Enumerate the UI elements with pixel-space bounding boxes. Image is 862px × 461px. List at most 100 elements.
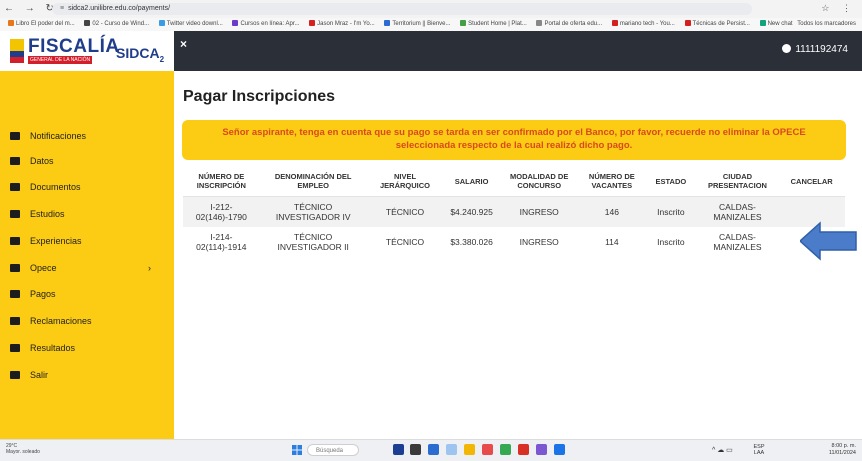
column-header: ESTADO [645, 166, 697, 197]
bookmark[interactable]: Cursos en línea: Apr... [232, 18, 300, 31]
table-row: I-214-02(114)-1914 TÉCNICO INVESTIGADOR … [183, 227, 845, 257]
all-bookmarks[interactable]: Todos los marcadores [797, 18, 856, 31]
sidebar-item-experiencias[interactable]: Experiencias [10, 233, 82, 249]
close-sidebar-icon[interactable]: × [180, 37, 187, 51]
column-header: SALARIO [443, 166, 500, 197]
payment-alert: Señor aspirante, tenga en cuenta que su … [182, 120, 846, 160]
windows-start-icon[interactable] [292, 445, 302, 455]
city: CALDAS-MANIZALES [713, 232, 762, 252]
sidebar-item-resultados[interactable]: Resultados [10, 340, 75, 356]
os-taskbar: 29°C Mayor. soleado Búsqueda ^ ☁ ▭ 8:00 … [0, 439, 862, 461]
column-header: DENOMINACIÓN DEL EMPLEO [259, 166, 367, 197]
sidebar: Notificaciones Datos Documentos Estudios… [0, 71, 174, 439]
chevron-right-icon[interactable]: › [148, 263, 151, 273]
taskbar-app-icon[interactable] [428, 444, 439, 455]
site-info-icon[interactable]: ≡ [60, 5, 64, 12]
job-title: TÉCNICO INVESTIGADOR II [277, 232, 349, 252]
bookmark-favicon-icon [84, 20, 91, 27]
id-card-icon [10, 183, 20, 191]
bookmark-favicon-icon [611, 20, 618, 27]
taskbar-app-icon[interactable] [446, 444, 457, 455]
folder-icon[interactable] [464, 444, 475, 455]
logo-app-name: SIDCA2 [116, 45, 165, 64]
bookmark[interactable]: Twitter video downl... [158, 18, 223, 31]
power-icon [10, 371, 20, 379]
column-header: NIVEL JERÁRQUICO [366, 166, 444, 197]
hierarchy-level: TÉCNICO [385, 237, 425, 247]
browser-nav-buttons[interactable]: ← → ↻ [4, 3, 58, 14]
column-header: CIUDAD PRESENTACION [696, 166, 779, 197]
salary: $4.240.925 [443, 196, 500, 227]
bookmark-favicon-icon [232, 20, 239, 27]
bookmark[interactable]: mariano tech - You... [611, 18, 675, 31]
bookmark[interactable]: Territorium || Bienve... [384, 18, 451, 31]
contest-mode: INGRESO [499, 196, 579, 227]
bookmark[interactable]: Jason Mraz - I'm Yo... [309, 18, 375, 31]
bookmark[interactable]: 02 - Curso de Wind... [84, 18, 149, 31]
column-header: MODALIDAD DE CONCURSO [499, 166, 579, 197]
browser-toolbar: ← → ↻ ≡ sidca2.unilibre.edu.co/payments/ … [0, 0, 862, 19]
user-menu[interactable]: 1111192474 [782, 44, 848, 55]
salary: $3.380.026 [450, 237, 493, 247]
bookmark[interactable]: Libro El poder del m... [8, 18, 75, 31]
contest-mode: INGRESO [519, 237, 559, 247]
table-row: I-212-02(146)-1790 TÉCNICO INVESTIGADOR … [183, 196, 845, 227]
sidebar-item-notificaciones[interactable]: Notificaciones [10, 128, 86, 144]
bookmark-favicon-icon [8, 20, 14, 27]
taskbar-app-icon[interactable] [554, 444, 565, 455]
column-header: NÚMERO DE VACANTES [578, 166, 646, 197]
city: CALDAS-MANIZALES [696, 196, 779, 227]
taskbar-app-icon[interactable] [482, 444, 493, 455]
bookmark-favicon-icon [309, 20, 316, 27]
folder-icon [10, 264, 20, 272]
inscriptions-table: NÚMERO DE INSCRIPCIÓN DENOMINACIÓN DEL E… [183, 166, 845, 257]
sidebar-item-opece[interactable]: Opece [10, 260, 57, 276]
system-tray[interactable]: ^ ☁ ▭ [712, 446, 733, 454]
table-header-row: NÚMERO DE INSCRIPCIÓN DENOMINACIÓN DEL E… [183, 166, 845, 197]
bookmarks-bar: Libro El poder del m... 02 - Curso de Wi… [0, 18, 862, 32]
sidebar-item-datos[interactable]: Datos [10, 153, 54, 169]
column-header: NÚMERO DE INSCRIPCIÓN [183, 166, 260, 197]
taskbar-app-icon[interactable] [410, 444, 421, 455]
language-indicator[interactable]: ESP LAA [752, 444, 766, 456]
bookmark-favicon-icon [158, 20, 165, 27]
briefcase-icon [10, 237, 20, 245]
inscription-number: I-212-02(146)-1790 [183, 196, 260, 227]
chrome-icon[interactable] [500, 444, 511, 455]
weather-widget[interactable]: 29°C Mayor. soleado [6, 443, 40, 455]
url-text: sidca2.unilibre.edu.co/payments/ [68, 5, 171, 12]
sidebar-item-reclamaciones[interactable]: Reclamaciones [10, 313, 92, 329]
bookmark[interactable]: New chat [759, 18, 793, 31]
taskbar-app-icon[interactable] [393, 444, 404, 455]
data-icon [10, 157, 20, 165]
clock[interactable]: 8:00 p. m. 11/01/2024 [829, 443, 856, 457]
sidebar-item-documentos[interactable]: Documentos [10, 179, 81, 195]
bookmark[interactable]: Student Home | Plat... [460, 18, 527, 31]
column-header: CANCELAR [778, 166, 845, 197]
bar-chart-icon [10, 344, 20, 352]
bookmark[interactable]: Técnicas de Persist... [684, 18, 750, 31]
bookmark-favicon-icon [460, 20, 467, 27]
bookmark-favicon-icon [384, 20, 391, 27]
bookmark-favicon-icon [684, 20, 691, 27]
browser-extension-icons[interactable]: ☆ ⋮ [821, 3, 856, 14]
user-id: 1111192474 [795, 44, 848, 55]
inscription-number: I-214-02(114)-1914 [196, 232, 247, 252]
taskbar-search[interactable]: Búsqueda [307, 444, 359, 456]
fiscalia-logo[interactable]: FISCALÍA GENERAL DE LA NACIÓN SIDCA2 [0, 31, 174, 71]
bookmark-favicon-icon [536, 20, 543, 27]
graduation-cap-icon [10, 210, 20, 218]
page-title: Pagar Inscripciones [183, 88, 336, 105]
sidebar-item-salir[interactable]: Salir [10, 367, 48, 383]
sidebar-item-estudios[interactable]: Estudios [10, 206, 65, 222]
bookmark[interactable]: Portal de oferta edu... [536, 18, 602, 31]
taskbar-app-icon[interactable] [518, 444, 529, 455]
vacancies: 114 [605, 237, 619, 247]
annotation-arrow-icon [800, 221, 857, 261]
sidebar-item-pagos[interactable]: Pagos [10, 286, 56, 302]
status: Inscrito [657, 237, 685, 247]
taskbar-app-icon[interactable] [536, 444, 547, 455]
bell-icon [10, 132, 20, 140]
job-title: TÉCNICO INVESTIGADOR IV [259, 196, 367, 227]
address-bar[interactable]: ≡ sidca2.unilibre.edu.co/payments/ [52, 3, 752, 15]
